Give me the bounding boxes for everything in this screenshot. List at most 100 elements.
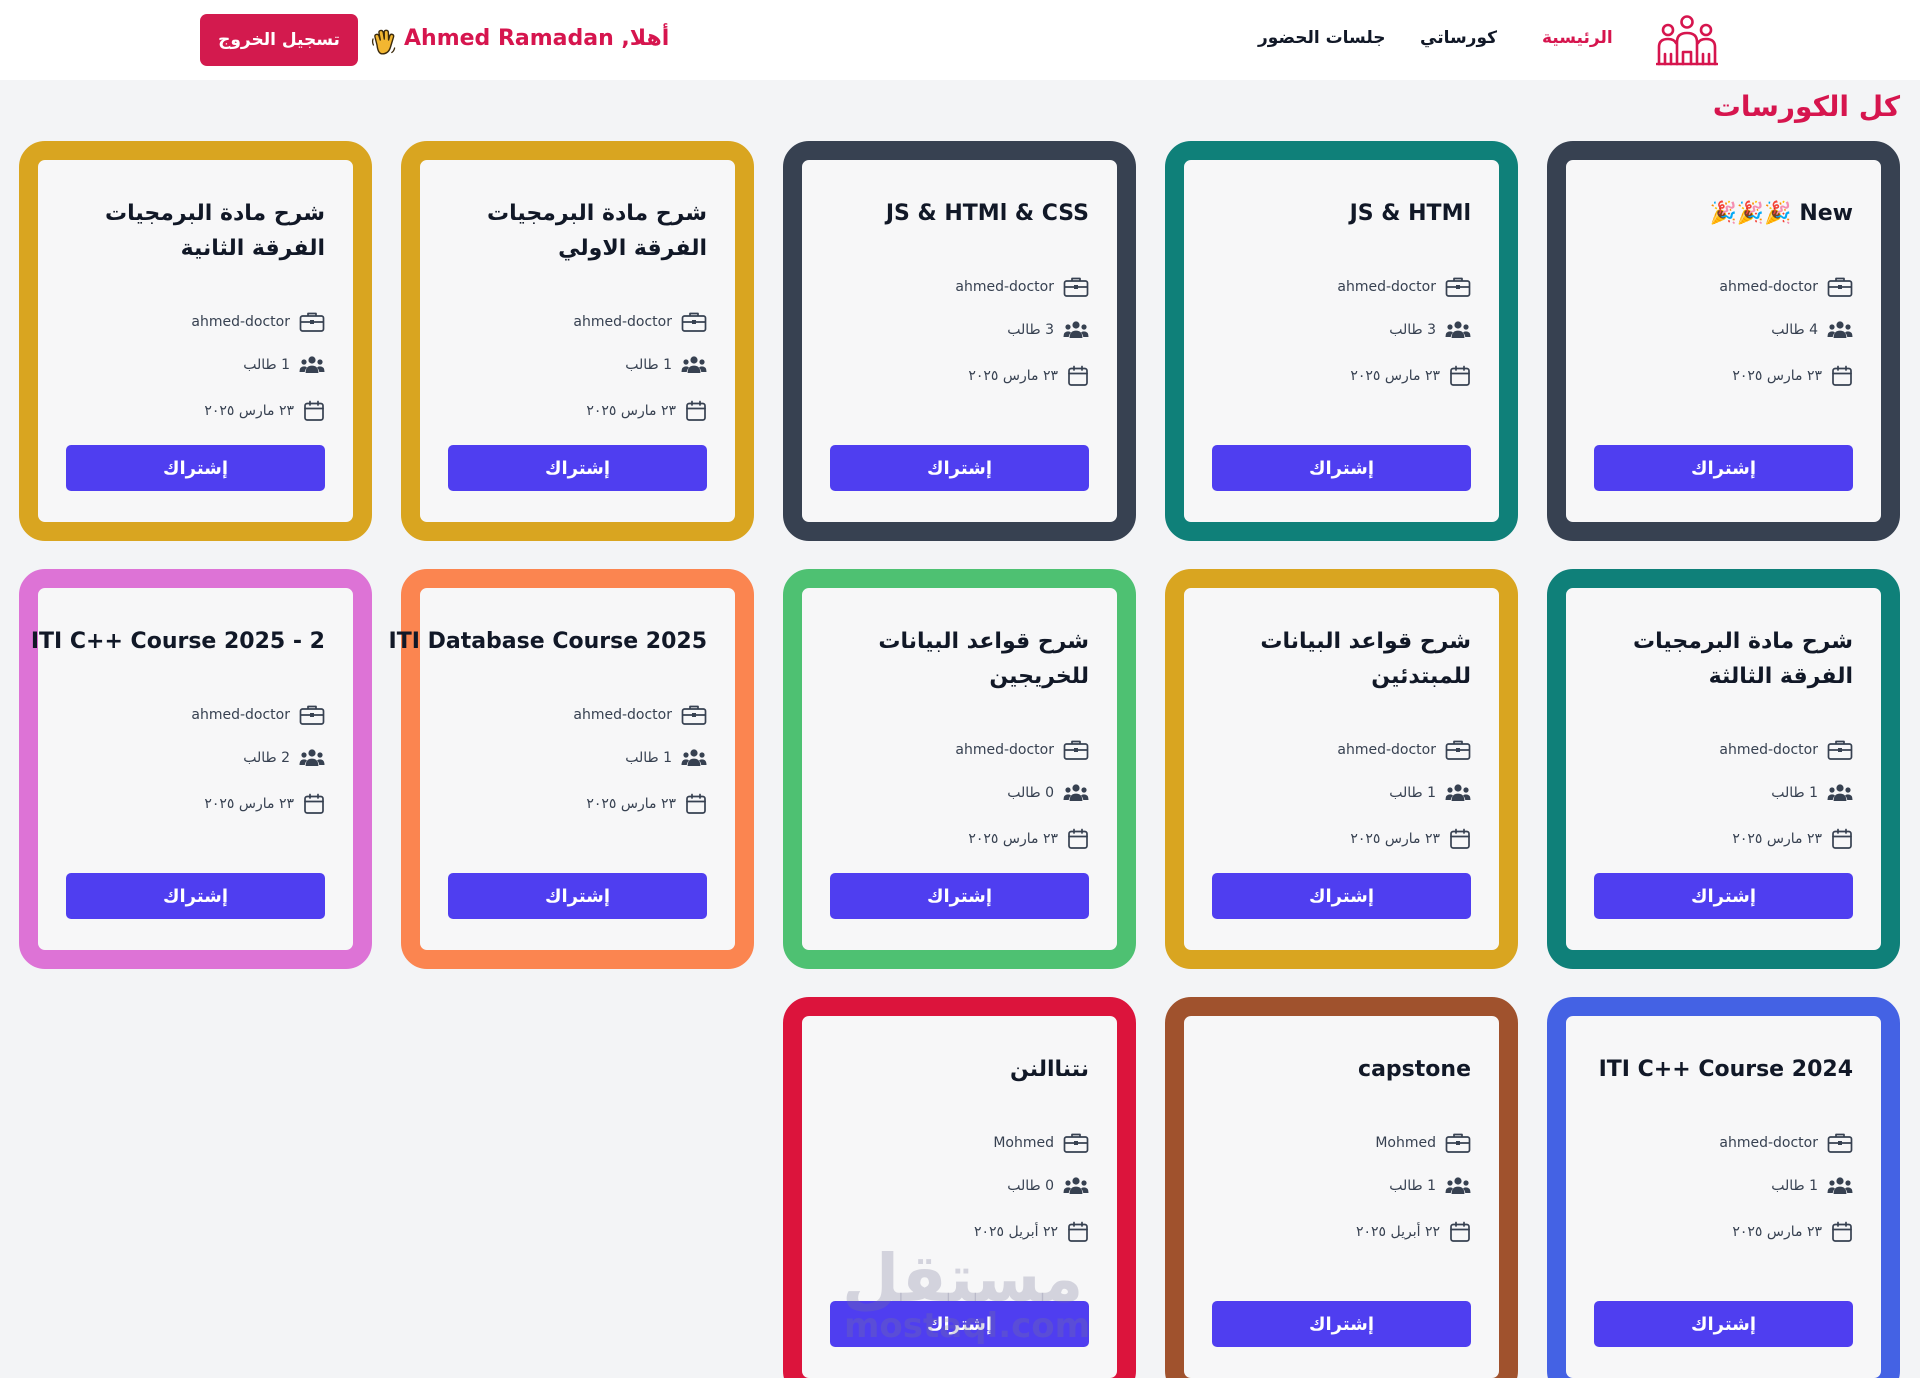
- course-instructor: ahmed-doctor: [573, 314, 672, 330]
- calendar-icon: [1449, 365, 1471, 387]
- users-icon: [1445, 320, 1471, 340]
- course-instructor-row: ahmed-doctor: [955, 276, 1089, 298]
- course-instructor: ahmed-doctor: [191, 707, 290, 723]
- course-students-row: 1 طالب: [625, 748, 707, 768]
- course-date-row: ٢٣ مارس ٢٠٢٥: [204, 400, 325, 422]
- briefcase-icon: [1445, 1132, 1471, 1154]
- join-course-button[interactable]: إشتراك: [830, 873, 1089, 919]
- users-icon: [299, 748, 325, 768]
- briefcase-icon: [299, 311, 325, 333]
- course-instructor-row: ahmed-doctor: [1337, 739, 1471, 761]
- user-greeting: أهلا, Ahmed Ramadan: [404, 26, 670, 51]
- briefcase-icon: [681, 311, 707, 333]
- course-instructor-row: Mohmed: [1375, 1132, 1471, 1154]
- join-course-button[interactable]: إشتراك: [830, 445, 1089, 491]
- nav-attendance-link[interactable]: جلسات الحضور: [1258, 28, 1386, 48]
- course-date-row: ٢٣ مارس ٢٠٢٥: [1732, 828, 1853, 850]
- join-course-button[interactable]: إشتراك: [1212, 1301, 1471, 1347]
- course-instructor: Mohmed: [993, 1135, 1054, 1151]
- course-card: نتناالنن Mohmed 0 طالب ٢٢ أبريل ٢٠٢٥ إشتراك: [783, 997, 1136, 1378]
- course-instructor: ahmed-doctor: [1719, 279, 1818, 295]
- course-date: ٢٣ مارس ٢٠٢٥: [1732, 368, 1822, 384]
- course-card: ITI C++ Course 2024 ahmed-doctor 1 طالب ٢٣ …: [1547, 997, 1900, 1378]
- briefcase-icon: [1445, 739, 1471, 761]
- course-students: 0 طالب: [1007, 785, 1054, 801]
- calendar-icon: [1067, 1221, 1089, 1243]
- course-date-row: ٢٣ مارس ٢٠٢٥: [968, 365, 1089, 387]
- nav-my-courses-link[interactable]: كورساتي: [1420, 28, 1497, 48]
- join-course-button[interactable]: إشتراك: [830, 1301, 1089, 1347]
- course-date: ٢٣ مارس ٢٠٢٥: [586, 403, 676, 419]
- course-date: ٢٣ مارس ٢٠٢٥: [204, 796, 294, 812]
- people-group-icon[interactable]: [1656, 14, 1718, 66]
- logout-button[interactable]: تسجيل الخروج: [200, 14, 358, 66]
- course-students: 0 طالب: [1007, 1178, 1054, 1194]
- users-icon: [681, 748, 707, 768]
- course-instructor: Mohmed: [1375, 1135, 1436, 1151]
- join-course-button[interactable]: إشتراك: [1594, 1301, 1853, 1347]
- course-students-row: 2 طالب: [243, 748, 325, 768]
- join-course-button[interactable]: إشتراك: [1594, 445, 1853, 491]
- nav-home-link[interactable]: الرئيسية: [1542, 28, 1613, 48]
- course-students-row: 1 طالب: [625, 355, 707, 375]
- calendar-icon: [303, 400, 325, 422]
- calendar-icon: [1449, 1221, 1471, 1243]
- course-instructor-row: ahmed-doctor: [1719, 739, 1853, 761]
- course-students-row: 1 طالب: [1389, 783, 1471, 803]
- join-course-button[interactable]: إشتراك: [1212, 445, 1471, 491]
- briefcase-icon: [1063, 739, 1089, 761]
- course-title: شرح مادة البرمجيات الفرقة الاولي: [487, 201, 707, 261]
- join-course-button[interactable]: إشتراك: [66, 445, 325, 491]
- briefcase-icon: [1827, 739, 1853, 761]
- calendar-icon: [685, 793, 707, 815]
- join-course-button[interactable]: إشتراك: [448, 445, 707, 491]
- course-card: JS & HTMl & CSS ahmed-doctor 3 طالب ٢٣ مارس…: [783, 141, 1136, 541]
- users-icon: [299, 355, 325, 375]
- course-card: شرح مادة البرمجيات الفرقة الثالثة ahmed-d…: [1547, 569, 1900, 969]
- course-date: ٢٣ مارس ٢٠٢٥: [1350, 831, 1440, 847]
- course-students: 4 طالب: [1771, 322, 1818, 338]
- course-instructor-row: ahmed-doctor: [573, 311, 707, 333]
- course-date-row: ٢٢ أبريل ٢٠٢٥: [1356, 1221, 1471, 1243]
- course-students-row: 1 طالب: [1771, 783, 1853, 803]
- course-title: capstone: [1358, 1057, 1471, 1082]
- course-card: شرح قواعد البيانات للخريجين ahmed-doctor 0…: [783, 569, 1136, 969]
- course-card: ITI Database Course 2025 ahmed-doctor 1 طا…: [389, 569, 754, 969]
- course-card: شرح مادة البرمجيات الفرقة الاولي ahmed-do…: [401, 141, 754, 541]
- course-title: New 🎉🎉🎉: [1709, 201, 1853, 226]
- calendar-icon: [1449, 828, 1471, 850]
- course-date-row: ٢٣ مارس ٢٠٢٥: [204, 793, 325, 815]
- course-students: 1 طالب: [243, 357, 290, 373]
- users-icon: [1063, 783, 1089, 803]
- users-icon: [1827, 320, 1853, 340]
- calendar-icon: [1831, 828, 1853, 850]
- course-instructor: ahmed-doctor: [1337, 742, 1436, 758]
- course-instructor: ahmed-doctor: [1719, 742, 1818, 758]
- course-students-row: 1 طالب: [1771, 1176, 1853, 1196]
- course-students-row: 0 طالب: [1007, 783, 1089, 803]
- course-title: شرح قواعد البيانات للخريجين: [878, 629, 1089, 689]
- users-icon: [1827, 1176, 1853, 1196]
- join-course-button[interactable]: إشتراك: [1212, 873, 1471, 919]
- waving-hand-icon: [371, 29, 396, 55]
- course-instructor: ahmed-doctor: [955, 279, 1054, 295]
- course-students-row: 1 طالب: [243, 355, 325, 375]
- course-title: ITI C++ Course 2025 - 2: [30, 629, 325, 654]
- course-students: 1 طالب: [1389, 1178, 1436, 1194]
- briefcase-icon: [1827, 276, 1853, 298]
- course-students: 3 طالب: [1389, 322, 1436, 338]
- briefcase-icon: [681, 704, 707, 726]
- course-date-row: ٢٣ مارس ٢٠٢٥: [1350, 828, 1471, 850]
- calendar-icon: [685, 400, 707, 422]
- course-date: ٢٢ أبريل ٢٠٢٥: [1355, 1224, 1440, 1240]
- join-course-button[interactable]: إشتراك: [448, 873, 707, 919]
- join-course-button[interactable]: إشتراك: [1594, 873, 1853, 919]
- join-course-button[interactable]: إشتراك: [66, 873, 325, 919]
- top-navbar: الرئيسية كورساتي جلسات الحضور أهلا, Ahme…: [0, 0, 1920, 80]
- course-instructor-row: ahmed-doctor: [191, 311, 325, 333]
- course-students: 1 طالب: [1771, 1178, 1818, 1194]
- course-instructor: ahmed-doctor: [955, 742, 1054, 758]
- course-instructor-row: ahmed-doctor: [955, 739, 1089, 761]
- course-title: ITI C++ Course 2024: [1598, 1057, 1853, 1082]
- users-icon: [1445, 1176, 1471, 1196]
